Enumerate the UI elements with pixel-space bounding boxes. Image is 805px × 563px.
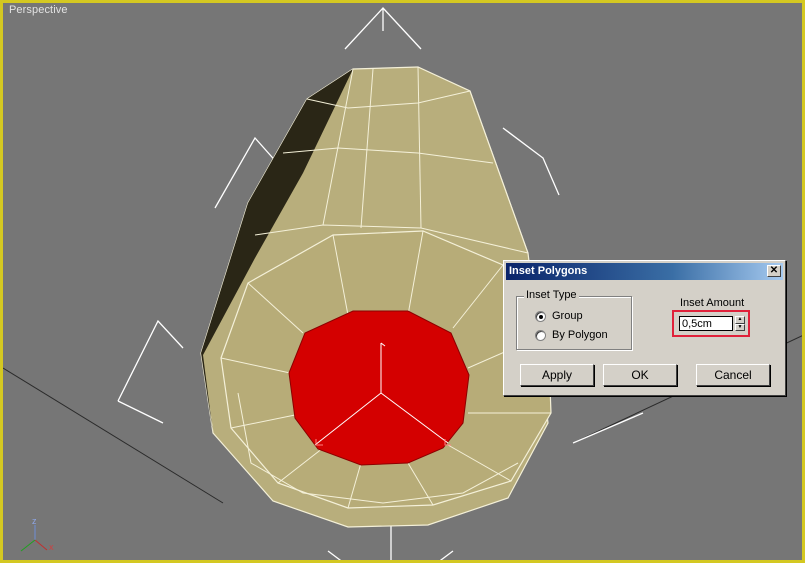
apply-button[interactable]: Apply [520, 364, 594, 386]
radio-group-label[interactable]: Group [552, 310, 583, 322]
spinner-up-icon[interactable]: ▲ [735, 316, 745, 324]
radio-group-icon[interactable] [535, 310, 546, 322]
dialog-title: Inset Polygons [509, 265, 588, 277]
inset-amount-label: Inset Amount [680, 297, 745, 309]
inset-type-label: Inset Type [524, 289, 579, 301]
close-button[interactable]: ✕ [767, 265, 781, 277]
cancel-button[interactable]: Cancel [696, 364, 770, 386]
radio-group-option[interactable]: Group [535, 310, 583, 322]
spinner-down-icon[interactable]: ▼ [735, 323, 745, 331]
inset-polygons-dialog: Inset Polygons ✕ Inset Type Group By Pol… [503, 260, 786, 396]
axis-z-label: z [32, 516, 37, 526]
axis-tripod [20, 525, 48, 552]
ok-button[interactable]: OK [603, 364, 677, 386]
close-icon: ✕ [769, 265, 779, 276]
inset-amount-spinner[interactable]: ▲ ▼ [735, 316, 745, 331]
radio-by-polygon-label[interactable]: By Polygon [552, 329, 608, 341]
axis-x-label: x [49, 542, 54, 552]
inset-amount-highlight: ▲ ▼ [672, 310, 750, 337]
inset-amount-input[interactable] [679, 316, 733, 331]
inset-type-group: Inset Type Group By Polygon [516, 289, 632, 350]
radio-by-polygon-icon[interactable] [535, 329, 546, 341]
radio-by-polygon-option[interactable]: By Polygon [535, 329, 608, 341]
viewport-label: Perspective [9, 4, 68, 16]
dialog-titlebar[interactable]: Inset Polygons ✕ [506, 263, 783, 280]
